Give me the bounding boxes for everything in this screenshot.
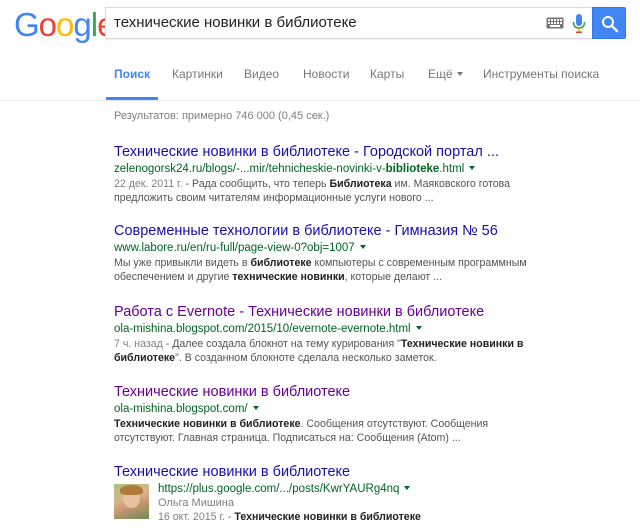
snippet-text: - xyxy=(224,511,235,523)
tab-maps[interactable]: Карты xyxy=(370,63,404,100)
microphone-icon[interactable] xyxy=(572,14,586,34)
tab-video[interactable]: Видео xyxy=(244,63,279,100)
snippet-text: - Далее создала блокнот на тему курирова… xyxy=(162,338,401,350)
tab-news[interactable]: Новости xyxy=(303,63,349,100)
result-url: ola-mishina.blogspot.com/ xyxy=(114,402,634,417)
tab-more-label: Ещё xyxy=(428,67,453,81)
search-result: Технические новинки в библиотеке ola-mis… xyxy=(114,383,634,445)
snippet-bold: Технические новинки в xyxy=(400,338,524,350)
logo-letter: g xyxy=(73,6,91,43)
snippet-text: - Рада сообщить, что теперь xyxy=(182,178,330,190)
search-result: Современные технологии в библиотеке - Ги… xyxy=(114,222,634,284)
result-snippet: 22 дек. 2011 г. - Рада сообщить, что теп… xyxy=(114,177,634,205)
result-title-link[interactable]: Современные технологии в библиотеке - Ги… xyxy=(114,222,634,241)
snippet-bold: технические новинки xyxy=(232,271,345,283)
url-dropdown-icon[interactable] xyxy=(404,485,411,490)
search-result: Технические новинки в библиотеке https:/… xyxy=(114,463,634,528)
snippet-text: компьютеры с современным программным xyxy=(311,257,527,269)
result-snippet: 16 окт. 2015 г. - Технические новинки в … xyxy=(158,510,421,524)
search-icon xyxy=(602,16,619,33)
snippet-text: предложить своим читателям информационны… xyxy=(114,192,434,204)
search-result: Работа с Evernote - Технические новинки … xyxy=(114,303,634,365)
snippet-bold: библиотеке xyxy=(250,257,312,269)
result-snippet: 7 ч. назад - Далее создала блокнот на те… xyxy=(114,337,634,365)
result-title-link[interactable]: Работа с Evernote - Технические новинки … xyxy=(114,303,634,322)
result-url-prefix: zelenogorsk24.ru/blogs/-...mir/tehniches… xyxy=(114,163,386,175)
snippet-text: ". В созданном блокноте сделала нескольк… xyxy=(175,352,437,364)
result-title-link[interactable]: Технические новинки в библиотеке xyxy=(114,383,634,402)
result-date: 7 ч. назад xyxy=(114,338,163,350)
header: Google Поиск Картинки Видео Новости Карт… xyxy=(0,0,640,101)
result-url-text: www.labore.ru/en/ru-full/page-view-0?obj… xyxy=(114,242,355,254)
tab-images[interactable]: Картинки xyxy=(172,63,223,100)
keyboard-icon[interactable] xyxy=(546,16,564,30)
snippet-bold: Технические новинки в библиотеке xyxy=(114,418,301,430)
search-tabs: Поиск Картинки Видео Новости Карты Ещё И… xyxy=(0,63,640,100)
avatar[interactable] xyxy=(114,484,149,519)
snippet-bold: библиотеке xyxy=(114,352,176,364)
snippet-text: . Сообщения отсутствуют. Сообщения xyxy=(300,418,489,430)
snippet-text: Мы уже привыкли видеть в xyxy=(114,257,251,269)
result-title-link[interactable]: Технические новинки в библиотеке - Город… xyxy=(114,143,634,162)
chevron-down-icon xyxy=(456,71,463,76)
result-author-info: https://plus.google.com/.../posts/KwrYAU… xyxy=(158,482,421,524)
search-button[interactable] xyxy=(592,7,626,39)
result-date: 16 окт. 2015 г. xyxy=(158,511,225,523)
result-url-text: https://plus.google.com/.../posts/KwrYAU… xyxy=(158,483,400,495)
tab-search-tools[interactable]: Инструменты поиска xyxy=(483,63,599,100)
snippet-text: обеспечением и другие xyxy=(114,271,233,283)
url-dropdown-icon[interactable] xyxy=(469,165,476,170)
result-author-row: https://plus.google.com/.../posts/KwrYAU… xyxy=(114,482,634,528)
result-author[interactable]: Ольга Мишина xyxy=(158,496,421,510)
result-date: 22 дек. 2011 г. xyxy=(114,178,183,190)
google-logo[interactable]: Google xyxy=(14,6,115,43)
tab-more[interactable]: Ещё xyxy=(428,63,463,100)
logo-letter: G xyxy=(14,6,40,43)
snippet-text: им. Маяковского готова xyxy=(391,178,511,190)
snippet-text: , которые делают ... xyxy=(344,271,443,283)
search-result: Технические новинки в библиотеке - Город… xyxy=(114,143,634,205)
snippet-text: отсутствуют. Главная страница. Подписать… xyxy=(114,432,461,444)
search-box[interactable] xyxy=(105,7,592,39)
result-url: ola-mishina.blogspot.com/2015/10/evernot… xyxy=(114,322,634,337)
logo-letter: o xyxy=(56,6,74,43)
result-snippet: Мы уже привыкли видеть в библиотеке комп… xyxy=(114,256,634,284)
results-stats: Результатов: примерно 746 000 (0,45 сек.… xyxy=(114,110,330,122)
search-input[interactable] xyxy=(114,8,534,38)
snippet-bold: Библиотека xyxy=(329,178,392,190)
result-url-bold: biblioteke xyxy=(385,163,440,175)
url-dropdown-icon[interactable] xyxy=(415,325,422,330)
result-url-suffix: .html xyxy=(439,163,465,175)
result-url: zelenogorsk24.ru/blogs/-...mir/tehniches… xyxy=(114,162,634,177)
tab-search[interactable]: Поиск xyxy=(105,63,159,100)
result-snippet: Технические новинки в библиотеке. Сообще… xyxy=(114,417,634,445)
result-title-link[interactable]: Технические новинки в библиотеке xyxy=(114,463,634,482)
url-dropdown-icon[interactable] xyxy=(359,244,366,249)
result-url: www.labore.ru/en/ru-full/page-view-0?obj… xyxy=(114,241,634,256)
result-url-text: ola-mishina.blogspot.com/2015/10/evernot… xyxy=(114,323,411,335)
url-dropdown-icon[interactable] xyxy=(252,405,259,410)
result-url: https://plus.google.com/.../posts/KwrYAU… xyxy=(158,482,421,496)
snippet-bold: Технические новинки в библиотеке xyxy=(234,511,421,523)
logo-letter: o xyxy=(38,6,57,43)
result-url-text: ola-mishina.blogspot.com/ xyxy=(114,403,248,415)
